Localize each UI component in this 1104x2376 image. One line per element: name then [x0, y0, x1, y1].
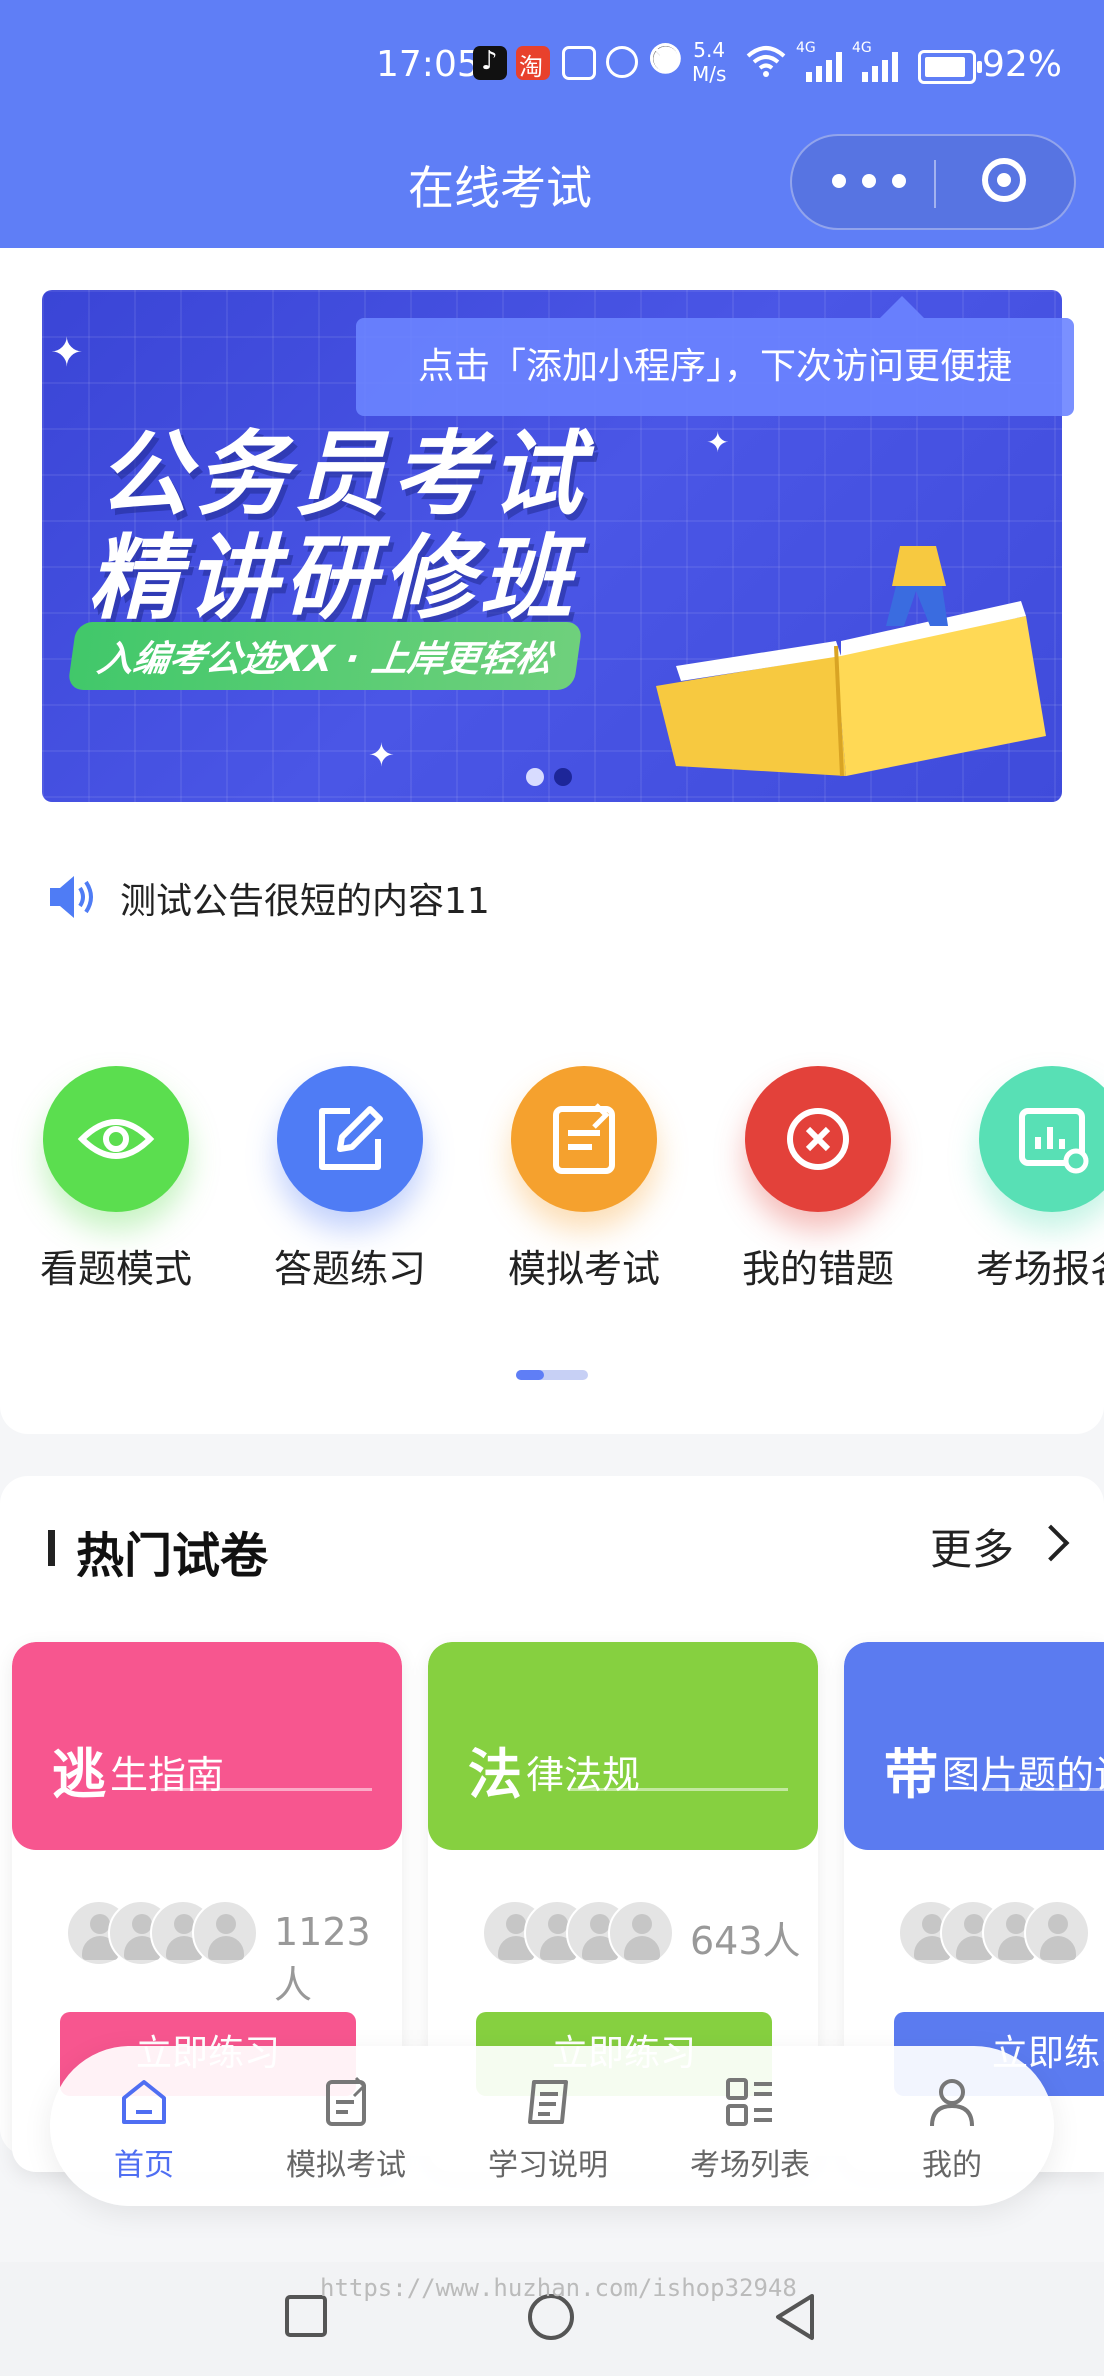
menu-item-mock-exam[interactable]: 模拟考试 — [484, 1066, 684, 1293]
tab-study-guide[interactable]: 学习说明 — [448, 2074, 648, 2184]
grid-list-icon — [726, 2078, 772, 2126]
menu-label: 模拟考试 — [507, 1247, 660, 1291]
close-mini-program-button[interactable] — [982, 158, 1026, 202]
carousel-dot — [554, 768, 572, 786]
carousel-dot-active — [526, 768, 544, 786]
menu-item-practice[interactable]: 答题练习 — [250, 1066, 450, 1293]
avatar — [192, 1900, 258, 1966]
more-link[interactable]: 更多 — [930, 1516, 1014, 1577]
speaker-icon — [48, 874, 98, 920]
mute-icon — [648, 46, 682, 80]
taobao-icon — [516, 46, 550, 82]
tab-exam-list[interactable]: 考场列表 — [650, 2074, 850, 2184]
more-menu-button[interactable] — [832, 172, 908, 196]
menu-label: 答题练习 — [273, 1247, 426, 1291]
close-circle-icon — [745, 1066, 891, 1212]
paper-header: 法 律法规 — [428, 1642, 818, 1850]
menu-item-view-mode[interactable]: 看题模式 — [16, 1066, 216, 1293]
watermark-text: https://www.huzhan.com/ishop32948 — [320, 2274, 797, 2302]
participant-count: 643人 — [690, 1919, 801, 1963]
tab-home[interactable]: 首页 — [44, 2074, 244, 2184]
star-icon: ✦ — [706, 426, 730, 459]
menu-label: 看题模式 — [39, 1247, 192, 1291]
net-speed: 5.4 M/s — [692, 38, 726, 86]
net-speed-value: 5.4 — [693, 38, 726, 62]
carousel-indicator — [526, 768, 586, 788]
tab-mock-exam[interactable]: 模拟考试 — [246, 2074, 446, 2184]
mini-program-capsule — [790, 134, 1076, 230]
banner-title-line2: 精讲研修班 — [88, 525, 579, 632]
menu-label: 考场报名 — [975, 1247, 1104, 1291]
alarm-icon — [606, 46, 638, 78]
exam-icon — [511, 1066, 657, 1212]
wifi-icon — [746, 44, 786, 87]
document-icon — [528, 2080, 568, 2124]
paper-header: 带 图片题的试卷 — [844, 1642, 1104, 1850]
eye-icon — [43, 1066, 189, 1212]
participant-count: 1123人 — [274, 1910, 371, 2007]
star-icon: ✦ — [368, 736, 395, 774]
capsule-divider — [934, 160, 936, 208]
paper-title-initial: 法 — [468, 1743, 522, 1806]
edit-icon — [277, 1066, 423, 1212]
user-icon — [930, 2079, 974, 2127]
net-speed-unit: M/s — [692, 62, 727, 86]
avatar-stack — [898, 1900, 1104, 1970]
notice-text[interactable]: 测试公告很短的内容11 — [120, 872, 490, 924]
paper-title-initial: 带 — [884, 1743, 938, 1806]
book-illustration — [656, 546, 1046, 777]
menu-pager — [516, 1370, 588, 1380]
avatar-stack — [482, 1900, 702, 1970]
tab-profile[interactable]: 我的 — [852, 2074, 1052, 2184]
section-title: 热门试卷 — [76, 1528, 269, 1584]
page-title: 在线考试 — [408, 161, 592, 215]
avatar — [608, 1900, 674, 1966]
paper-header: 逃 生指南 — [12, 1642, 402, 1850]
header-decoration — [152, 1788, 372, 1791]
signal1-label: 4G — [796, 40, 816, 56]
menu-item-exam-registration[interactable]: 考场报名 — [952, 1066, 1104, 1293]
exam-icon — [326, 2076, 367, 2126]
status-time: 17:05 — [376, 44, 480, 85]
header-decoration — [568, 1788, 788, 1791]
tab-label: 考场列表 — [690, 2148, 810, 2183]
avatar-stack — [66, 1900, 286, 1970]
paper-title-initial: 逃 — [52, 1743, 106, 1806]
battery-level: 92% — [982, 44, 1063, 85]
tiktok-icon — [473, 46, 507, 80]
tab-label: 我的 — [922, 2148, 982, 2183]
menu-item-wrong-questions[interactable]: 我的错题 — [718, 1066, 918, 1293]
tab-label: 首页 — [114, 2148, 174, 2183]
chart-icon — [979, 1066, 1104, 1212]
status-bar: 17:05 5.4 M/s 4G 4G 92% — [0, 0, 1104, 130]
star-icon: ✦ — [50, 330, 84, 376]
avatar — [1024, 1900, 1090, 1966]
section-marker — [48, 1530, 55, 1566]
signal2-label: 4G — [852, 40, 872, 56]
tab-label: 模拟考试 — [286, 2148, 406, 2183]
tab-label: 学习说明 — [488, 2148, 608, 2183]
battery-icon — [918, 50, 982, 84]
banner-tagline: 入编考公选XX · 上岸更轻松 — [67, 622, 584, 690]
home-icon — [122, 2080, 166, 2124]
top-bar: 17:05 5.4 M/s 4G 4G 92% 在线考试 — [0, 0, 1104, 248]
signal-icon: 4G — [852, 40, 922, 82]
add-mini-program-tooltip: 点击「添加小程序」，下次访问更便捷 — [356, 296, 1074, 416]
nfc-icon — [562, 46, 596, 80]
menu-pager-active — [516, 1370, 544, 1380]
menu-label: 我的错题 — [741, 1247, 894, 1291]
header-decoration — [984, 1788, 1104, 1791]
